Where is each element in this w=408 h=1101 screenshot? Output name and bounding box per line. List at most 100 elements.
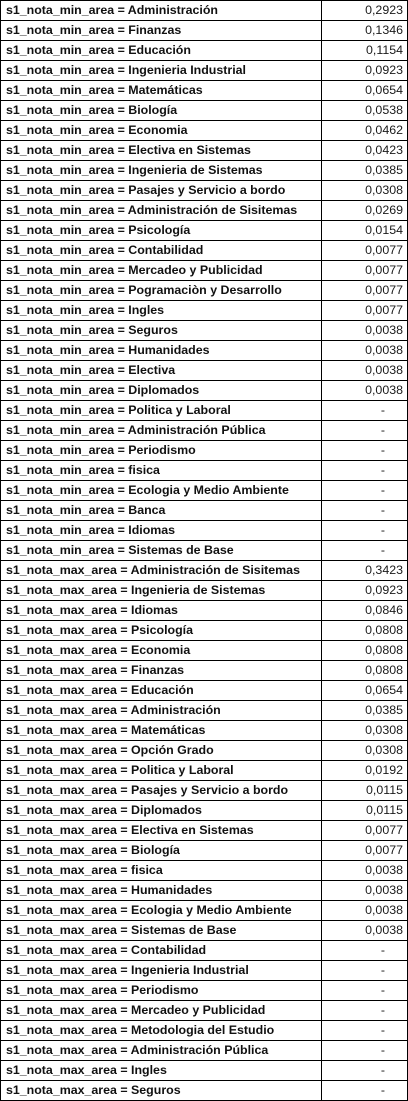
row-value-cell[interactable]: 0,0654 bbox=[321, 680, 408, 701]
row-value-cell[interactable]: - bbox=[321, 1020, 408, 1041]
row-label-cell[interactable]: s1_nota_min_area = Finanzas bbox=[0, 20, 322, 41]
row-value-cell[interactable]: 0,0077 bbox=[321, 280, 408, 301]
row-value-cell[interactable]: 0,0385 bbox=[321, 700, 408, 721]
row-value-cell[interactable]: 0,0462 bbox=[321, 120, 408, 141]
row-label-cell[interactable]: s1_nota_max_area = Matemáticas bbox=[0, 720, 322, 741]
row-label-cell[interactable]: s1_nota_min_area = Electiva bbox=[0, 360, 322, 381]
row-label-cell[interactable]: s1_nota_max_area = Administración de Sis… bbox=[0, 560, 322, 581]
row-value-cell[interactable]: 0,0654 bbox=[321, 80, 408, 101]
row-label-cell[interactable]: s1_nota_max_area = Ingenieria de Sistema… bbox=[0, 580, 322, 601]
row-value-cell[interactable]: 0,3423 bbox=[321, 560, 408, 581]
row-label-cell[interactable]: s1_nota_min_area = Pogramaciòn y Desarro… bbox=[0, 280, 322, 301]
row-label-cell[interactable]: s1_nota_min_area = Matemáticas bbox=[0, 80, 322, 101]
row-value-cell[interactable]: 0,0308 bbox=[321, 740, 408, 761]
row-label-cell[interactable]: s1_nota_min_area = Ecologia y Medio Ambi… bbox=[0, 480, 322, 501]
row-value-cell[interactable]: 0,0192 bbox=[321, 760, 408, 781]
row-value-cell[interactable]: - bbox=[321, 540, 408, 561]
row-label-cell[interactable]: s1_nota_max_area = Mercadeo y Publicidad bbox=[0, 1000, 322, 1021]
row-value-cell[interactable]: 0,0385 bbox=[321, 160, 408, 181]
row-value-cell[interactable]: 0,0808 bbox=[321, 620, 408, 641]
row-label-cell[interactable]: s1_nota_min_area = Ingenieria de Sistema… bbox=[0, 160, 322, 181]
row-value-cell[interactable]: 0,0808 bbox=[321, 660, 408, 681]
row-label-cell[interactable]: s1_nota_min_area = Contabilidad bbox=[0, 240, 322, 261]
row-label-cell[interactable]: s1_nota_max_area = Finanzas bbox=[0, 660, 322, 681]
row-label-cell[interactable]: s1_nota_max_area = Administración Públic… bbox=[0, 1040, 322, 1061]
row-value-cell[interactable]: - bbox=[321, 480, 408, 501]
row-label-cell[interactable]: s1_nota_max_area = Electiva en Sistemas bbox=[0, 820, 322, 841]
row-value-cell[interactable]: - bbox=[321, 980, 408, 1001]
row-label-cell[interactable]: s1_nota_min_area = Banca bbox=[0, 500, 322, 521]
row-label-cell[interactable]: s1_nota_max_area = Ingles bbox=[0, 1060, 322, 1081]
row-value-cell[interactable]: 0,0308 bbox=[321, 720, 408, 741]
row-label-cell[interactable]: s1_nota_min_area = Ingles bbox=[0, 300, 322, 321]
row-value-cell[interactable]: 0,0154 bbox=[321, 220, 408, 241]
row-value-cell[interactable]: 0,0038 bbox=[321, 880, 408, 901]
row-label-cell[interactable]: s1_nota_max_area = Politica y Laboral bbox=[0, 760, 322, 781]
row-value-cell[interactable]: 0,0038 bbox=[321, 380, 408, 401]
row-label-cell[interactable]: s1_nota_min_area = Humanidades bbox=[0, 340, 322, 361]
row-value-cell[interactable]: - bbox=[321, 940, 408, 961]
row-value-cell[interactable]: - bbox=[321, 400, 408, 421]
row-label-cell[interactable]: s1_nota_max_area = Psicología bbox=[0, 620, 322, 641]
row-label-cell[interactable]: s1_nota_max_area = Idiomas bbox=[0, 600, 322, 621]
row-value-cell[interactable]: 0,0423 bbox=[321, 140, 408, 161]
row-label-cell[interactable]: s1_nota_max_area = Seguros bbox=[0, 1080, 322, 1101]
row-label-cell[interactable]: s1_nota_min_area = Sistemas de Base bbox=[0, 540, 322, 561]
row-label-cell[interactable]: s1_nota_min_area = Pasajes y Servicio a … bbox=[0, 180, 322, 201]
row-value-cell[interactable]: 0,0846 bbox=[321, 600, 408, 621]
row-value-cell[interactable]: 0,0038 bbox=[321, 320, 408, 341]
row-label-cell[interactable]: s1_nota_min_area = Ingenieria Industrial bbox=[0, 60, 322, 81]
row-value-cell[interactable]: - bbox=[321, 420, 408, 441]
row-label-cell[interactable]: s1_nota_max_area = Biología bbox=[0, 840, 322, 861]
row-label-cell[interactable]: s1_nota_min_area = Periodismo bbox=[0, 440, 322, 461]
row-label-cell[interactable]: s1_nota_max_area = Ingenieria Industrial bbox=[0, 960, 322, 981]
row-label-cell[interactable]: s1_nota_max_area = Contabilidad bbox=[0, 940, 322, 961]
row-label-cell[interactable]: s1_nota_min_area = Seguros bbox=[0, 320, 322, 341]
row-label-cell[interactable]: s1_nota_min_area = Biología bbox=[0, 100, 322, 121]
row-value-cell[interactable]: 0,0038 bbox=[321, 360, 408, 381]
row-label-cell[interactable]: s1_nota_max_area = Diplomados bbox=[0, 800, 322, 821]
row-label-cell[interactable]: s1_nota_max_area = Metodologia del Estud… bbox=[0, 1020, 322, 1041]
row-value-cell[interactable]: - bbox=[321, 460, 408, 481]
row-value-cell[interactable]: - bbox=[321, 520, 408, 541]
row-value-cell[interactable]: - bbox=[321, 1080, 408, 1101]
row-value-cell[interactable]: 0,0038 bbox=[321, 340, 408, 361]
row-label-cell[interactable]: s1_nota_min_area = Administración de Sis… bbox=[0, 200, 322, 221]
row-value-cell[interactable]: 0,0038 bbox=[321, 860, 408, 881]
row-value-cell[interactable]: - bbox=[321, 1040, 408, 1061]
row-value-cell[interactable]: 0,0308 bbox=[321, 180, 408, 201]
row-label-cell[interactable]: s1_nota_min_area = Administración bbox=[0, 0, 322, 21]
row-value-cell[interactable]: - bbox=[321, 1000, 408, 1021]
row-value-cell[interactable]: 0,0038 bbox=[321, 920, 408, 941]
row-label-cell[interactable]: s1_nota_max_area = Ecologia y Medio Ambi… bbox=[0, 900, 322, 921]
row-value-cell[interactable]: 0,0038 bbox=[321, 900, 408, 921]
row-label-cell[interactable]: s1_nota_min_area = Electiva en Sistemas bbox=[0, 140, 322, 161]
row-label-cell[interactable]: s1_nota_min_area = Mercadeo y Publicidad bbox=[0, 260, 322, 281]
row-label-cell[interactable]: s1_nota_min_area = Politica y Laboral bbox=[0, 400, 322, 421]
row-label-cell[interactable]: s1_nota_min_area = fisica bbox=[0, 460, 322, 481]
row-label-cell[interactable]: s1_nota_min_area = Idiomas bbox=[0, 520, 322, 541]
row-value-cell[interactable]: 0,0077 bbox=[321, 300, 408, 321]
row-label-cell[interactable]: s1_nota_max_area = Administración bbox=[0, 700, 322, 721]
row-label-cell[interactable]: s1_nota_min_area = Administración Públic… bbox=[0, 420, 322, 441]
row-value-cell[interactable]: 0,2923 bbox=[321, 0, 408, 21]
row-label-cell[interactable]: s1_nota_max_area = Sistemas de Base bbox=[0, 920, 322, 941]
row-label-cell[interactable]: s1_nota_max_area = fisica bbox=[0, 860, 322, 881]
row-value-cell[interactable]: 0,0269 bbox=[321, 200, 408, 221]
row-label-cell[interactable]: s1_nota_max_area = Humanidades bbox=[0, 880, 322, 901]
row-label-cell[interactable]: s1_nota_min_area = Psicología bbox=[0, 220, 322, 241]
row-value-cell[interactable]: 0,0077 bbox=[321, 840, 408, 861]
row-label-cell[interactable]: s1_nota_max_area = Periodismo bbox=[0, 980, 322, 1001]
row-value-cell[interactable]: 0,0808 bbox=[321, 640, 408, 661]
row-value-cell[interactable]: 0,1346 bbox=[321, 20, 408, 41]
row-value-cell[interactable]: 0,0923 bbox=[321, 580, 408, 601]
row-label-cell[interactable]: s1_nota_min_area = Economia bbox=[0, 120, 322, 141]
row-value-cell[interactable]: - bbox=[321, 960, 408, 981]
row-label-cell[interactable]: s1_nota_max_area = Opción Grado bbox=[0, 740, 322, 761]
row-label-cell[interactable]: s1_nota_max_area = Pasajes y Servicio a … bbox=[0, 780, 322, 801]
row-label-cell[interactable]: s1_nota_min_area = Diplomados bbox=[0, 380, 322, 401]
row-label-cell[interactable]: s1_nota_min_area = Educación bbox=[0, 40, 322, 61]
row-value-cell[interactable]: - bbox=[321, 500, 408, 521]
row-value-cell[interactable]: - bbox=[321, 440, 408, 461]
row-label-cell[interactable]: s1_nota_max_area = Economia bbox=[0, 640, 322, 661]
